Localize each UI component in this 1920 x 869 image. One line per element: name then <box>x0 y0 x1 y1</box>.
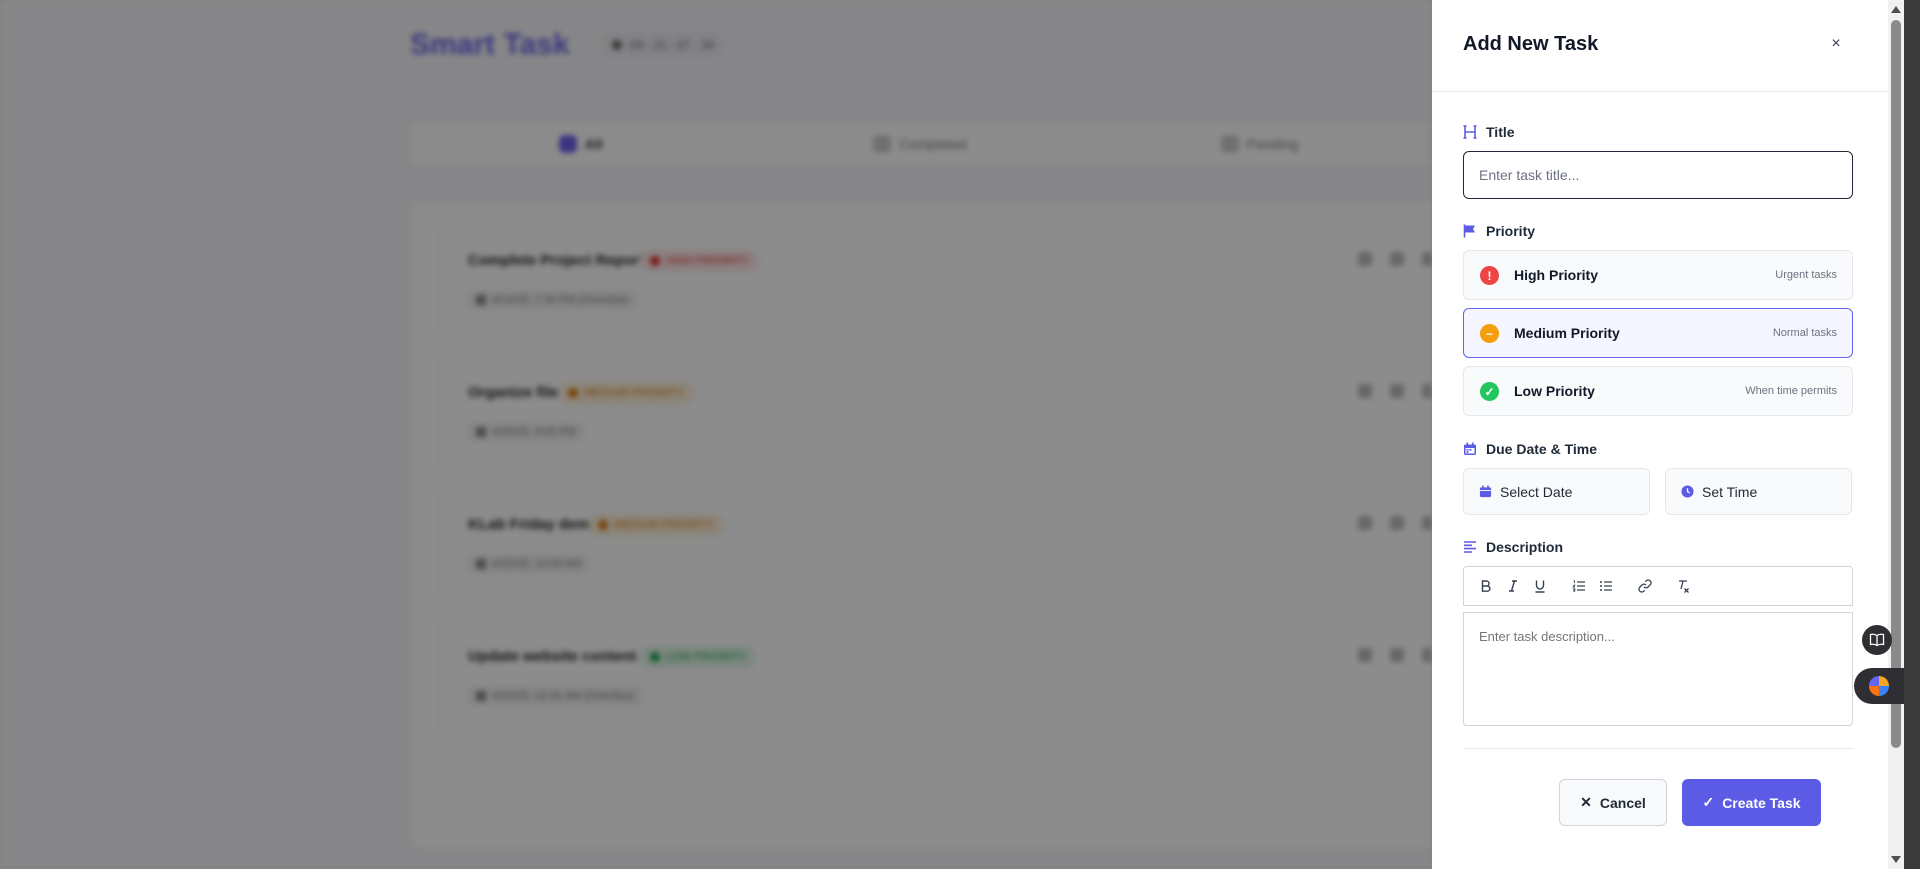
priority-option-medium[interactable]: − Medium Priority Normal tasks <box>1463 308 1853 358</box>
select-date-button[interactable]: Select Date <box>1463 468 1650 515</box>
calendar-icon <box>1479 485 1492 498</box>
bullet-list-icon <box>1599 581 1612 591</box>
priority-option-name: Medium Priority <box>1514 325 1620 341</box>
footer-divider <box>1463 748 1853 749</box>
bold-icon <box>1481 580 1491 592</box>
extension-logo-icon <box>1869 676 1889 696</box>
link-icon <box>1637 579 1652 593</box>
title-label: Title <box>1463 124 1515 140</box>
clock-icon <box>1681 485 1694 498</box>
clear-format-icon <box>1678 580 1689 593</box>
check-icon: ✓ <box>1480 382 1499 401</box>
bold-button[interactable] <box>1472 574 1499 598</box>
reader-extension-button[interactable] <box>1862 625 1892 655</box>
ordered-list-button[interactable] <box>1565 574 1592 598</box>
due-date-label: Due Date & Time <box>1463 441 1597 457</box>
modal-backdrop[interactable] <box>0 0 1432 869</box>
alert-icon: ! <box>1480 266 1499 285</box>
editor-toolbar <box>1463 566 1853 606</box>
underline-icon <box>1535 580 1544 593</box>
drawer-header: Add New Task × <box>1432 0 1888 92</box>
italic-icon <box>1508 580 1517 592</box>
scrollbar-thumb[interactable] <box>1891 20 1901 748</box>
set-time-button[interactable]: Set Time <box>1665 468 1852 515</box>
close-button[interactable]: × <box>1824 32 1848 56</box>
scroll-up-arrow[interactable] <box>1891 6 1901 13</box>
close-icon: × <box>1831 35 1841 52</box>
clear-format-button[interactable] <box>1670 574 1697 598</box>
calendar-icon <box>1464 442 1476 455</box>
description-label: Description <box>1463 539 1563 555</box>
priority-option-name: High Priority <box>1514 267 1599 283</box>
priority-option-low[interactable]: ✓ Low Priority When time permits <box>1463 366 1853 416</box>
task-title-input[interactable] <box>1463 151 1853 199</box>
priority-option-high[interactable]: ! High Priority Urgent tasks <box>1463 250 1853 300</box>
align-left-icon <box>1464 541 1476 553</box>
priority-option-hint: Normal tasks <box>1772 327 1837 339</box>
heading-icon <box>1463 125 1477 139</box>
drawer-title: Add New Task <box>1463 33 1599 55</box>
priority-option-name: Low Priority <box>1514 383 1595 399</box>
minus-icon: − <box>1480 324 1499 343</box>
ordered-list-icon <box>1571 580 1585 592</box>
bullet-list-button[interactable] <box>1592 574 1619 598</box>
add-task-drawer: Add New Task × Title Priority ! High Pri… <box>1432 0 1888 869</box>
window-edge <box>1904 0 1920 869</box>
priority-option-hint: When time permits <box>1745 385 1837 397</box>
assistant-extension-button[interactable] <box>1854 668 1904 704</box>
cancel-button[interactable]: ✕ Cancel <box>1559 779 1667 826</box>
check-icon: ✓ <box>1702 794 1715 810</box>
description-editor[interactable] <box>1463 612 1853 726</box>
scrollbar[interactable] <box>1888 0 1904 869</box>
italic-button[interactable] <box>1499 574 1526 598</box>
underline-button[interactable] <box>1526 574 1553 598</box>
link-button[interactable] <box>1631 574 1658 598</box>
priority-label: Priority <box>1463 223 1535 239</box>
book-open-icon <box>1869 633 1885 647</box>
scroll-down-arrow[interactable] <box>1891 856 1901 863</box>
flag-icon <box>1463 224 1475 238</box>
priority-option-hint: Urgent tasks <box>1775 269 1837 281</box>
create-task-button[interactable]: ✓ Create Task <box>1682 779 1821 826</box>
close-icon: ✕ <box>1580 794 1592 810</box>
